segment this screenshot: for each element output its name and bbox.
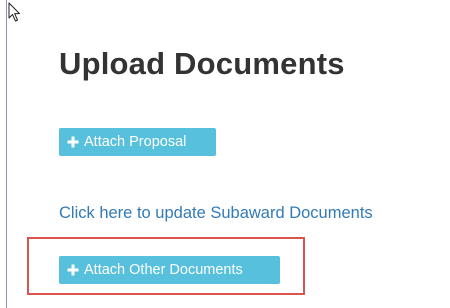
panel-left-border <box>6 0 7 308</box>
attach-proposal-label: Attach Proposal <box>84 134 187 150</box>
plus-icon <box>67 264 79 276</box>
plus-icon <box>67 136 79 148</box>
page-title: Upload Documents <box>59 46 345 81</box>
attach-other-documents-label: Attach Other Documents <box>84 262 243 278</box>
attach-proposal-button[interactable]: Attach Proposal <box>59 128 216 156</box>
mouse-pointer-icon <box>8 2 20 22</box>
upload-documents-panel: Upload Documents Attach Proposal Click h… <box>0 0 450 308</box>
subaward-documents-link[interactable]: Click here to update Subaward Documents <box>59 204 373 223</box>
attach-other-documents-button[interactable]: Attach Other Documents <box>59 256 280 284</box>
